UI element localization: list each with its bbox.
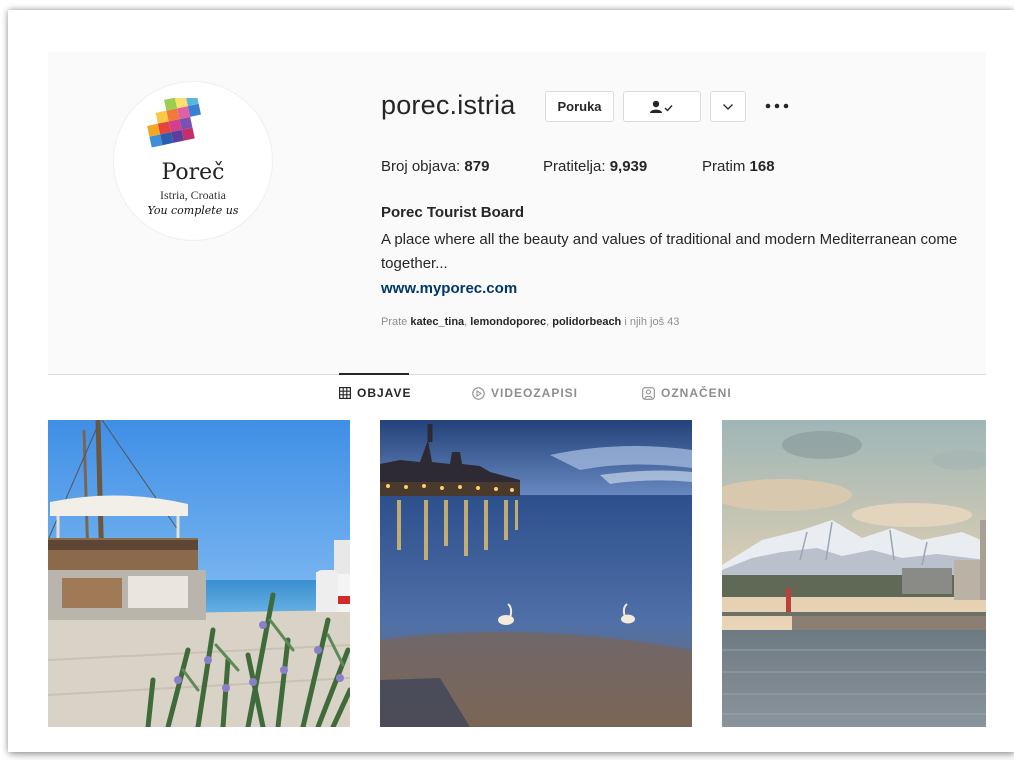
grid-icon — [339, 387, 351, 399]
person-check-icon — [650, 100, 673, 113]
followers-label: Pratitelja: — [543, 158, 606, 175]
following-count: 168 — [749, 158, 775, 175]
post-image-evening-town-swans — [380, 420, 692, 727]
play-circle-icon — [472, 386, 485, 400]
logo-region: Istria, Croatia — [160, 188, 226, 202]
profile-bio: A place where all the beauty and values … — [381, 231, 958, 272]
logo-name: Poreč — [161, 160, 225, 185]
active-tab-indicator — [339, 373, 409, 375]
profile-avatar[interactable]: Poreč Istria, Croatia You complete us — [114, 82, 272, 240]
following-label: Pratim — [702, 158, 746, 175]
tag-person-icon — [642, 386, 655, 400]
tab-tagged[interactable]: OZNAČENI — [642, 386, 732, 400]
followed-by-prefix: Prate — [381, 316, 408, 328]
message-button[interactable]: Poruka — [545, 91, 614, 122]
posts-count: 879 — [464, 158, 490, 175]
screenshot-frame: Poreč Istria, Croatia You complete us po… — [8, 10, 1014, 752]
tab-videos-label: VIDEOZAPISI — [491, 386, 579, 400]
tab-posts[interactable]: OBJAVE — [339, 386, 411, 400]
chevron-down-icon — [723, 103, 733, 110]
post-image-snowy-mountains-sea — [722, 420, 986, 727]
tab-tagged-label: OZNAČENI — [661, 386, 732, 400]
posts-stat: Broj objava: 879 — [381, 158, 489, 175]
followed-by-user-1[interactable]: katec_tina — [410, 316, 464, 328]
more-options-button[interactable] — [764, 92, 790, 120]
following-button[interactable] — [623, 91, 701, 122]
porec-logo-mark-icon — [147, 98, 201, 148]
post-thumbnail[interactable] — [380, 420, 692, 727]
followed-by-text: Prate katec_tina, lemondoporec, polidorb… — [381, 316, 680, 328]
followed-by-user-2[interactable]: lemondoporec — [470, 316, 546, 328]
tab-posts-label: OBJAVE — [357, 386, 412, 400]
post-image-boat-harbor — [48, 420, 350, 727]
tabs-divider — [48, 374, 986, 375]
profile-username: porec.istria — [381, 90, 516, 120]
suggestions-dropdown-button[interactable] — [710, 91, 746, 122]
profile-header: Poreč Istria, Croatia You complete us po… — [48, 52, 986, 374]
followers-stat[interactable]: Pratitelja: 9,939 — [543, 158, 647, 175]
post-thumbnail[interactable] — [48, 420, 350, 727]
followed-by-suffix: i njih još 43 — [624, 316, 680, 328]
profile-full-name: Porec Tourist Board — [381, 204, 525, 221]
logo-tagline: You complete us — [147, 204, 239, 217]
followed-by-user-3[interactable]: polidorbeach — [552, 316, 621, 328]
profile-website-link[interactable]: www.myporec.com — [381, 280, 517, 297]
tab-videos[interactable]: VIDEOZAPISI — [472, 386, 578, 400]
posts-label: Broj objava: — [381, 158, 461, 175]
following-stat[interactable]: Pratim 168 — [702, 158, 775, 175]
post-thumbnail[interactable] — [722, 420, 986, 727]
more-dots-icon — [765, 103, 789, 109]
followers-count: 9,939 — [609, 158, 648, 175]
